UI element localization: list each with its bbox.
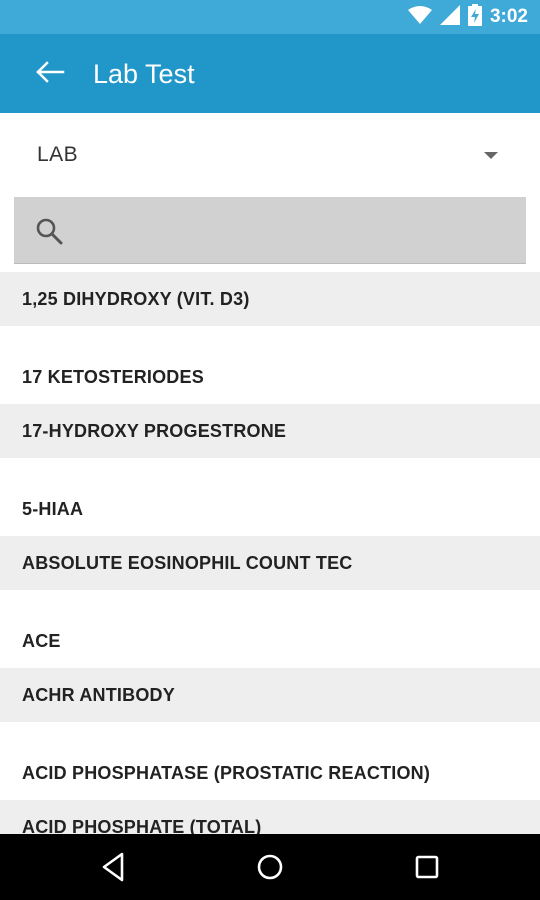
wifi-icon [407, 5, 432, 30]
list-item[interactable]: 5-HIAA [0, 482, 540, 536]
back-triangle-icon [94, 852, 134, 890]
list-item[interactable]: 17-HYDROXY PROGESTRONE [0, 404, 540, 458]
back-button[interactable] [28, 54, 72, 94]
list-item[interactable]: ACHR ANTIBODY [0, 668, 540, 722]
search-icon [35, 217, 63, 245]
recents-square-icon [407, 855, 447, 890]
list-item[interactable]: 17 KETOSTERIODES [0, 350, 540, 404]
status-bar: 3:02 [0, 0, 540, 34]
search-box[interactable] [14, 197, 526, 265]
nav-home-button[interactable] [250, 848, 290, 886]
app-bar: Lab Test [0, 34, 540, 113]
category-dropdown[interactable]: LAB [0, 113, 540, 197]
nav-recents-button[interactable] [407, 848, 447, 886]
list-item[interactable]: 1,25 DIHYDROXY (VIT. D3) [0, 272, 540, 326]
list-item[interactable]: ABSOLUTE EOSINOPHIL COUNT TEC [0, 536, 540, 590]
dropdown-arrow-icon [484, 152, 498, 159]
status-icons: 3:02 [407, 0, 528, 34]
dropdown-selected-value: LAB [37, 143, 79, 166]
lab-test-list[interactable]: 1,25 DIHYDROXY (VIT. D3) 17 KETOSTERIODE… [0, 272, 540, 834]
list-item[interactable]: ACID PHOSPHATE (TOTAL) [0, 800, 540, 834]
status-time: 3:02 [489, 6, 528, 27]
list-item[interactable]: ACID PHOSPHATASE (PROSTATIC REACTION) [0, 746, 540, 800]
nav-back-button[interactable] [94, 848, 134, 886]
arrow-back-icon [35, 60, 65, 89]
list-item[interactable]: ACE [0, 614, 540, 668]
cell-signal-icon [439, 4, 460, 30]
search-input[interactable] [76, 197, 520, 265]
page-title: Lab Test [93, 59, 195, 89]
home-circle-icon [250, 854, 290, 890]
system-nav-bar [0, 834, 540, 900]
battery-charging-icon [467, 3, 482, 31]
